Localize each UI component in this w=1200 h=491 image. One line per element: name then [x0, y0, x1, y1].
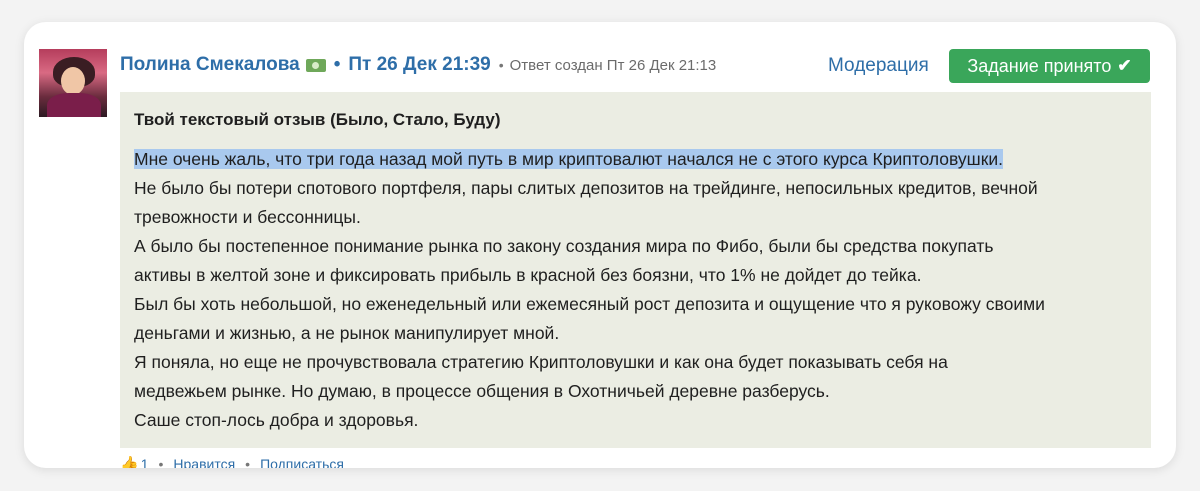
answer-line: деньгами и жизнью, а не рынок манипулиру…	[134, 323, 560, 343]
money-icon	[305, 58, 326, 72]
check-icon: ✔	[1117, 56, 1132, 75]
like-link[interactable]: Нравится	[173, 456, 235, 468]
answer-line: активы в желтой зоне и фиксировать прибы…	[134, 265, 922, 285]
thumbs-up-icon[interactable]: 👍	[120, 455, 139, 468]
moderation-link[interactable]: Модерация	[828, 55, 929, 77]
created-timestamp: Ответ создан Пт 26 Дек 21:13	[509, 56, 717, 74]
answer-box: Твой текстовый отзыв (Было, Стало, Буду)…	[120, 92, 1151, 448]
post-date[interactable]: Пт 26 Дек 21:39	[348, 54, 490, 76]
separator-dot: •	[245, 456, 251, 468]
separator-dot: •	[158, 456, 164, 468]
answer-title: Твой текстовый отзыв (Было, Стало, Буду)	[134, 110, 501, 129]
avatar-face	[61, 67, 85, 95]
separator-dot: •	[333, 54, 341, 75]
answer-line: Я поняла, но еще не прочувствовала страт…	[134, 352, 948, 372]
highlighted-text: Мне очень жаль, что три года назад мой п…	[134, 149, 1003, 169]
task-accepted-button[interactable]: Задание принято ✔	[949, 49, 1150, 83]
like-count: 1	[140, 456, 149, 468]
comment-footer: 👍 1 • Нравится • Подписаться	[120, 454, 344, 468]
comment-header: Полина Смекалова • Пт 26 Дек 21:39 • Отв…	[120, 52, 716, 78]
separator-dot-small: •	[498, 57, 504, 73]
answer-line: Был бы хоть небольшой, но еженедельный и…	[134, 294, 1045, 314]
avatar-body	[47, 93, 101, 117]
author-name[interactable]: Полина Смекалова	[120, 54, 300, 76]
comment-card: Полина Смекалова • Пт 26 Дек 21:39 • Отв…	[24, 22, 1176, 468]
subscribe-link[interactable]: Подписаться	[260, 456, 344, 468]
answer-line: тревожности и бессонницы.	[134, 207, 361, 227]
answer-line: медвежьем рынке. Но думаю, в процессе об…	[134, 381, 830, 401]
answer-line: Саше стоп-лось добра и здоровья.	[134, 410, 419, 430]
answer-line: Мне очень жаль, что три года назад мой п…	[134, 145, 1139, 174]
avatar[interactable]	[39, 49, 107, 117]
answer-line: Не было бы потери спотового портфеля, па…	[134, 178, 1038, 198]
answer-line: А было бы постепенное понимание рынка по…	[134, 236, 994, 256]
task-accepted-label: Задание принято	[967, 55, 1112, 76]
answer-text: Мне очень жаль, что три года назад мой п…	[134, 145, 1139, 435]
